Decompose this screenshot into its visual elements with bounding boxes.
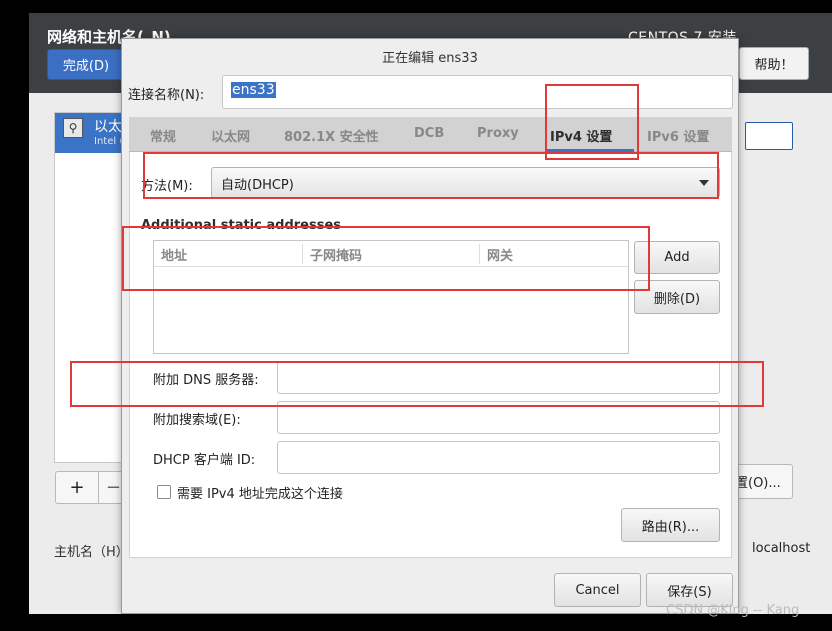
method-label: 方法(M): — [141, 179, 193, 194]
connection-toggle[interactable] — [745, 122, 793, 150]
remove-connection-button[interactable]: − — [99, 471, 122, 504]
connection-list — [54, 112, 122, 463]
settings-tabs: 常规 以太网 802.1X 安全性 DCB Proxy IPv4 设置 IPv6… — [129, 117, 732, 152]
edit-connection-dialog: 正在编辑 ens33 连接名称(N): ens33 常规 以太网 802.1X … — [121, 38, 739, 614]
method-dropdown[interactable]: 自动(DHCP) — [211, 167, 720, 198]
tab-proxy[interactable]: Proxy — [477, 126, 519, 141]
column-netmask: 子网掩码 — [310, 249, 363, 264]
addresses-table-header: 地址 子网掩码 网关 — [154, 241, 628, 267]
add-connection-button[interactable]: + — [55, 471, 99, 504]
addresses-table[interactable]: 地址 子网掩码 网关 — [153, 240, 629, 354]
column-divider — [302, 244, 303, 264]
delete-address-button[interactable]: 删除(D) — [634, 280, 720, 314]
tab-general[interactable]: 常规 — [150, 126, 176, 145]
cancel-button[interactable]: Cancel — [554, 573, 641, 607]
dhcp-client-id-input[interactable] — [277, 441, 720, 474]
method-value: 自动(DHCP) — [221, 178, 294, 193]
column-address: 地址 — [161, 249, 188, 264]
dhcp-client-id-label: DHCP 客户端 ID: — [153, 453, 256, 468]
require-ipv4-label: 需要 IPv4 地址完成这个连接 — [177, 487, 343, 502]
dropdown-arrow-icon — [699, 180, 709, 186]
tab-ipv4-settings[interactable]: IPv4 设置 — [550, 126, 612, 145]
dns-servers-label: 附加 DNS 服务器: — [153, 373, 259, 388]
list-item-label: 以太 — [94, 119, 122, 135]
connection-name-input[interactable]: ens33 — [222, 75, 733, 109]
tab-ipv6-settings[interactable]: IPv6 设置 — [647, 126, 709, 145]
static-addresses-heading: Additional static addresses — [141, 218, 342, 233]
help-button[interactable]: 帮助！ — [739, 47, 809, 80]
screen: 网络和主机名(_N) CENTOS 7 安装 完成(D) 帮助！ ⚲ 以太 In… — [0, 0, 832, 631]
done-button[interactable]: 完成(D) — [47, 49, 125, 80]
routes-button[interactable]: 路由(R)... — [621, 508, 720, 542]
tab-ethernet[interactable]: 以太网 — [211, 126, 250, 145]
configure-button[interactable]: 置(O)... — [734, 464, 793, 499]
tab-dcb[interactable]: DCB — [414, 126, 444, 141]
watermark: CSDN @King -- Kang — [666, 603, 800, 618]
connection-name-value: ens33 — [231, 82, 276, 98]
require-ipv4-checkbox[interactable] — [157, 485, 171, 499]
add-address-button[interactable]: Add — [634, 241, 720, 274]
column-gateway: 网关 — [487, 249, 514, 264]
list-item-subtitle: Intel ( — [94, 136, 124, 147]
dns-servers-input[interactable] — [277, 361, 720, 394]
connection-name-label: 连接名称(N): — [128, 88, 205, 103]
hostname-value: localhost — [752, 541, 811, 556]
dialog-title: 正在编辑 ens33 — [382, 51, 478, 66]
hostname-label: 主机名（H） — [54, 545, 129, 560]
column-divider — [479, 244, 480, 264]
search-domains-input[interactable] — [277, 401, 720, 434]
save-button[interactable]: 保存(S) — [646, 573, 733, 607]
tab-8021x-security[interactable]: 802.1X 安全性 — [284, 126, 379, 145]
ethernet-icon: ⚲ — [63, 118, 83, 138]
search-domains-label: 附加搜索域(E): — [153, 413, 241, 428]
